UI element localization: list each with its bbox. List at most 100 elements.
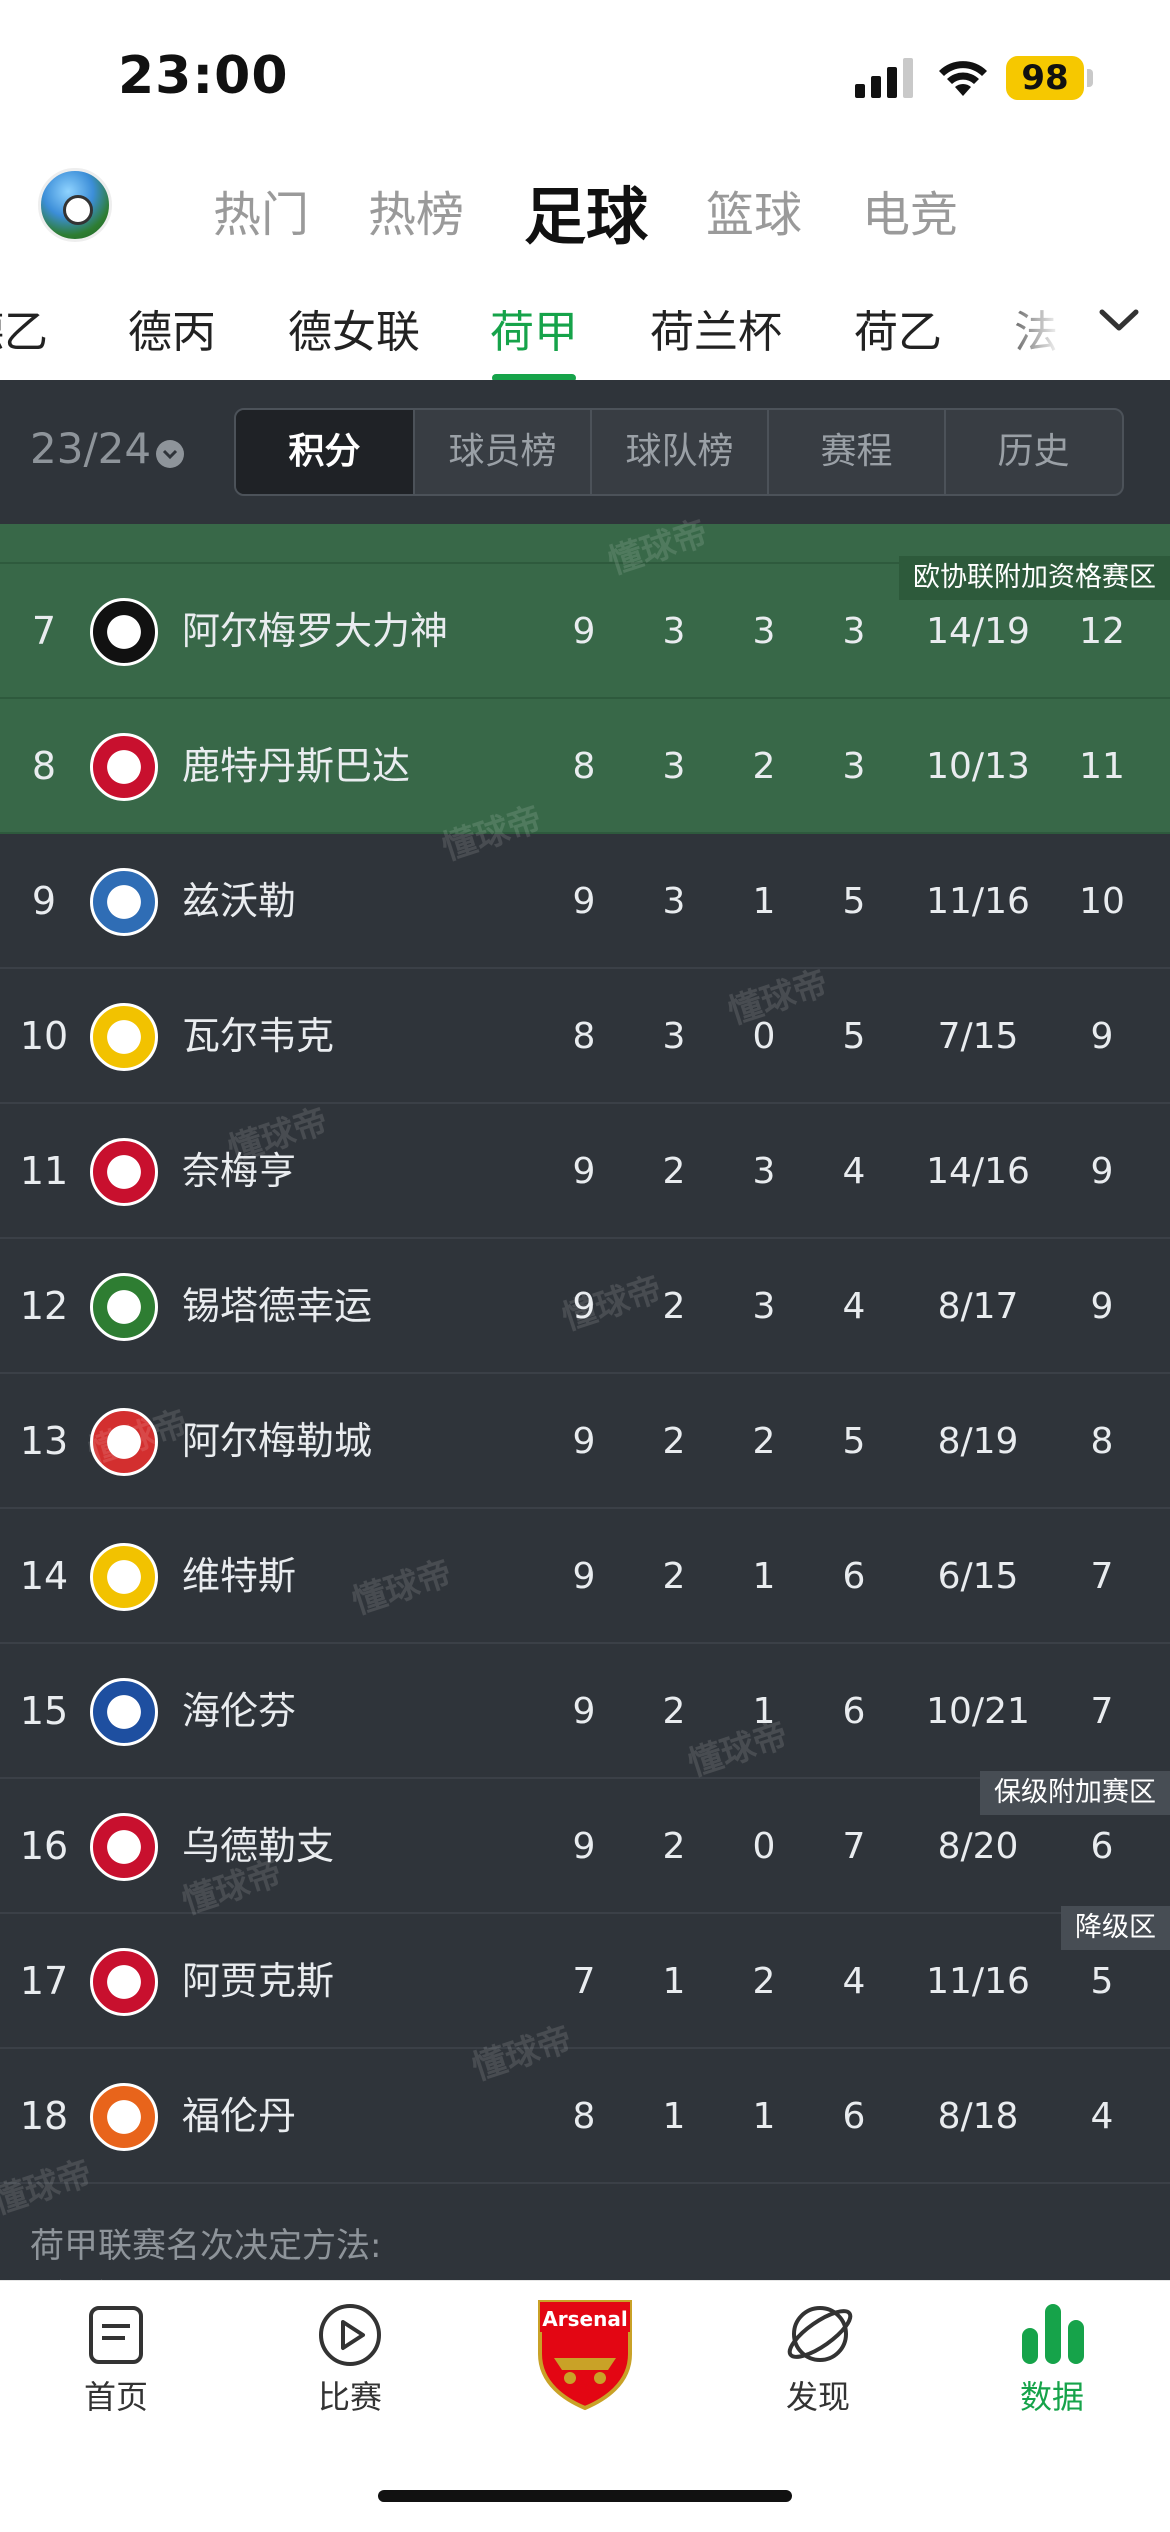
goals-cell: 10/21	[926, 1691, 1030, 1732]
signal-icon	[855, 58, 913, 98]
points-cell: 7	[1090, 1691, 1114, 1732]
zone-label: 降级区	[1061, 1906, 1170, 1950]
tab-esports[interactable]: 电竞	[862, 175, 958, 245]
won-cell: 3	[662, 746, 686, 787]
won-cell: 3	[662, 881, 686, 922]
table-row[interactable]: 9 兹沃勒 9 3 1 5 11/16 10	[0, 834, 1170, 969]
chevron-down-icon[interactable]	[156, 440, 184, 468]
goals-cell: 6/15	[937, 1556, 1019, 1597]
league-tab-knvb-cup[interactable]: 荷兰杯	[650, 296, 782, 360]
won-cell: 3	[662, 1016, 686, 1057]
goals-cell: 8/18	[937, 2096, 1019, 2137]
segment-teams[interactable]: 球队榜	[590, 410, 767, 494]
team-logo-icon	[90, 598, 158, 666]
league-tab-bundesliga2[interactable]: 德乙	[0, 296, 48, 360]
nav-home-label[interactable]: 首页	[46, 2372, 186, 2418]
league-tab-frauen[interactable]: 德女联	[288, 296, 420, 360]
team-name[interactable]: 阿尔梅罗大力神	[182, 564, 448, 699]
status-time: 23:00	[118, 46, 289, 106]
won-cell: 1	[662, 2096, 686, 2137]
rank-cell: 9	[31, 879, 57, 923]
bar-chart-icon[interactable]	[1020, 2300, 1086, 2366]
document-icon[interactable]	[85, 2304, 147, 2366]
team-logo-icon	[90, 868, 158, 936]
won-cell: 2	[662, 1556, 686, 1597]
team-logo-icon	[90, 1678, 158, 1746]
drawn-cell: 2	[752, 1421, 776, 1462]
drawn-cell: 0	[752, 1826, 776, 1867]
league-tab-eredivisie[interactable]: 荷甲	[490, 296, 578, 360]
team-name[interactable]: 维特斯	[182, 1509, 296, 1644]
table-row[interactable]: 11 奈梅亨 9 2 3 4 14/16 9	[0, 1104, 1170, 1239]
tab-football[interactable]: 足球	[524, 166, 648, 256]
tab-hot[interactable]: 热门	[213, 175, 309, 245]
tab-basketball[interactable]: 篮球	[706, 175, 802, 245]
season-selector[interactable]: 23/24	[30, 424, 151, 473]
team-name[interactable]: 阿尔梅勒城	[182, 1374, 372, 1509]
arsenal-crest-icon[interactable]: Arsenal	[534, 2296, 636, 2412]
segment-players[interactable]: 球员榜	[413, 410, 590, 494]
rank-cell: 7	[31, 609, 57, 653]
points-cell: 9	[1090, 1151, 1114, 1192]
battery-tip	[1087, 69, 1093, 87]
team-name[interactable]: 兹沃勒	[182, 834, 296, 969]
won-cell: 2	[662, 1151, 686, 1192]
team-logo-icon	[90, 733, 158, 801]
lost-cell: 5	[842, 881, 866, 922]
won-cell: 1	[662, 1961, 686, 2002]
team-name[interactable]: 瓦尔韦克	[182, 969, 334, 1104]
points-cell: 10	[1079, 881, 1125, 922]
team-name[interactable]: 福伦丹	[182, 2049, 296, 2184]
team-name[interactable]: 阿贾克斯	[182, 1914, 334, 2049]
tab-trending[interactable]: 热榜	[368, 175, 464, 245]
league-tab-eerste-divisie[interactable]: 荷乙	[854, 296, 942, 360]
table-row[interactable]: 18 福伦丹 8 1 1 6 8/18 4	[0, 2049, 1170, 2184]
lost-cell: 3	[842, 746, 866, 787]
team-logo-icon	[90, 1543, 158, 1611]
lost-cell: 4	[842, 1961, 866, 2002]
table-row[interactable]: 15 海伦芬 9 2 1 6 10/21 7	[0, 1644, 1170, 1779]
team-name[interactable]: 锡塔德幸运	[182, 1239, 372, 1374]
lost-cell: 6	[842, 1691, 866, 1732]
drawn-cell: 3	[752, 1151, 776, 1192]
team-name[interactable]: 海伦芬	[182, 1644, 296, 1779]
played-cell: 9	[572, 1151, 596, 1192]
rules-title: 荷甲联赛名次决定方法:	[30, 2226, 382, 2266]
table-row[interactable]: 17 阿贾克斯 7 1 2 4 11/16 5 降级区	[0, 1906, 1170, 2049]
won-cell: 2	[662, 1826, 686, 1867]
segment-standings[interactable]: 积分	[236, 410, 413, 494]
planet-icon[interactable]	[786, 2300, 854, 2368]
football-icon	[63, 195, 93, 225]
table-row[interactable]: 14 维特斯 9 2 1 6 6/15 7	[0, 1509, 1170, 1644]
played-cell: 9	[572, 1826, 596, 1867]
team-logo-icon	[90, 1003, 158, 1071]
table-row[interactable]: 7 阿尔梅罗大力神 9 3 3 3 14/19 12 欧协联附加资格赛区	[0, 556, 1170, 699]
segment-history[interactable]: 历史	[944, 410, 1121, 494]
play-icon[interactable]	[317, 2302, 383, 2368]
table-row[interactable]: 16 乌德勒支 9 2 0 7 8/20 6 保级附加赛区	[0, 1771, 1170, 1914]
lost-cell: 4	[842, 1151, 866, 1192]
played-cell: 9	[572, 881, 596, 922]
chevron-down-icon[interactable]	[1098, 306, 1140, 336]
nav-matches-label[interactable]: 比赛	[280, 2372, 420, 2418]
home-indicator	[378, 2490, 792, 2502]
league-tab-liga3[interactable]: 德丙	[128, 296, 216, 360]
goals-cell: 14/16	[926, 1151, 1030, 1192]
team-logo-icon	[90, 1813, 158, 1881]
wifi-icon	[939, 61, 987, 96]
played-cell: 8	[572, 2096, 596, 2137]
rank-cell: 10	[19, 1014, 69, 1058]
points-cell: 4	[1090, 2096, 1114, 2137]
goals-cell: 11/16	[926, 881, 1030, 922]
lost-cell: 6	[842, 2096, 866, 2137]
nav-data-label[interactable]: 数据	[982, 2372, 1122, 2418]
goals-cell: 11/16	[926, 1961, 1030, 2002]
user-avatar[interactable]	[38, 168, 112, 242]
team-name[interactable]: 鹿特丹斯巴达	[182, 699, 410, 834]
drawn-cell: 1	[752, 2096, 776, 2137]
table-row[interactable]: 10 瓦尔韦克 8 3 0 5 7/15 9	[0, 969, 1170, 1104]
segment-schedule[interactable]: 赛程	[767, 410, 944, 494]
nav-discover-label[interactable]: 发现	[748, 2372, 888, 2418]
table-row[interactable]: 8 鹿特丹斯巴达 8 3 2 3 10/13 11	[0, 699, 1170, 834]
lost-cell: 3	[842, 611, 866, 652]
